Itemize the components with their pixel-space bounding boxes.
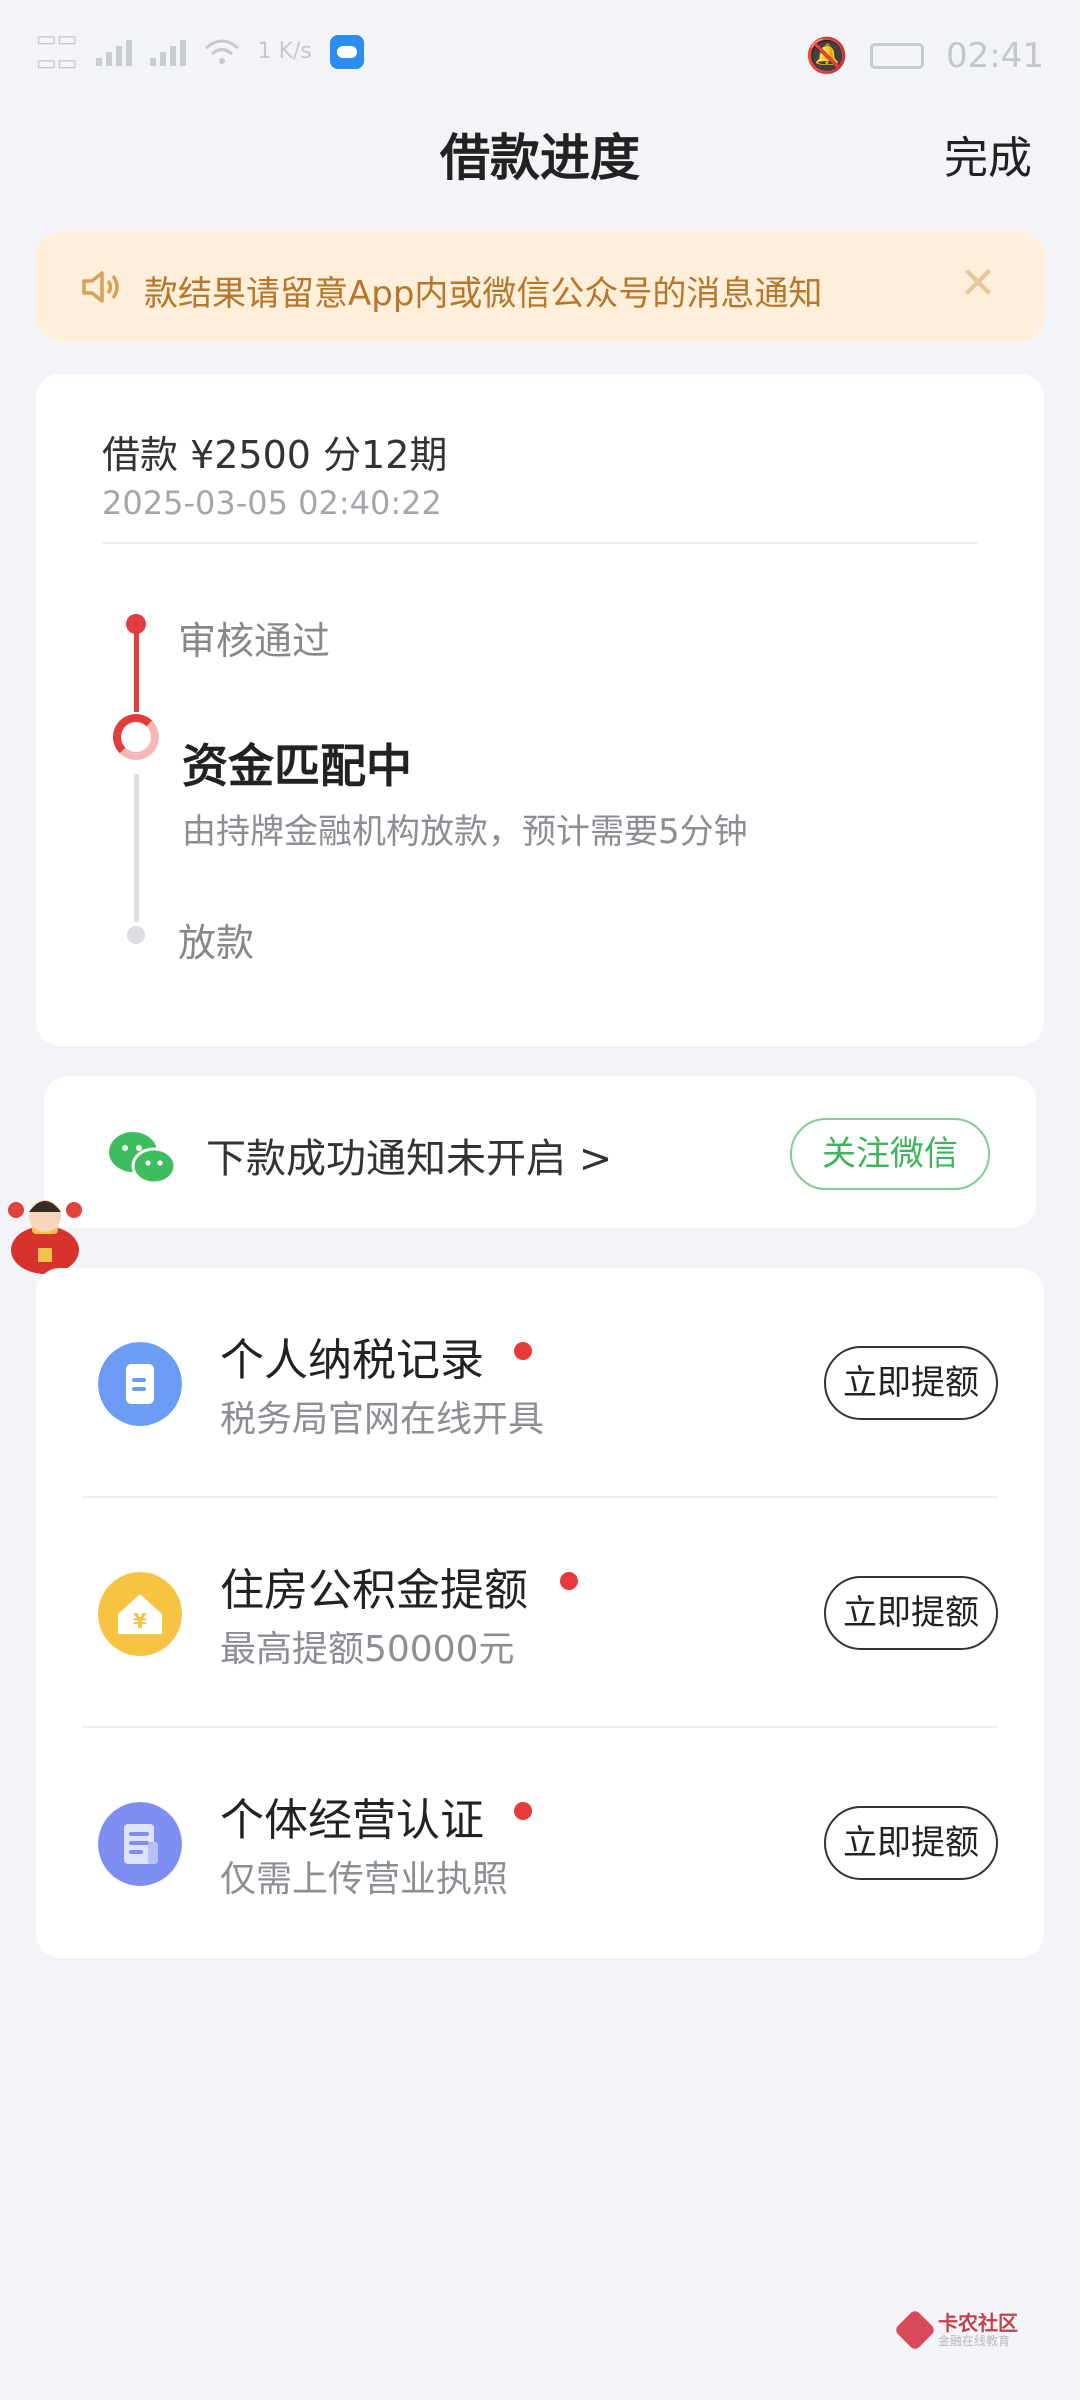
weather-app-icon: [329, 35, 364, 69]
credit-boost-card: 个人纳税记录 税务局官网在线开具 立即提额 ¥ 住房公积金提额 最高提额5000…: [36, 1268, 1044, 1958]
timeline-step-matching-desc: 由持牌金融机构放款，预计需要5分钟: [182, 812, 748, 852]
watermark-logo-icon: [893, 2308, 937, 2352]
divider: [102, 542, 978, 544]
new-badge-dot: [514, 1802, 532, 1820]
new-badge-dot: [514, 1342, 532, 1360]
svg-text:¥: ¥: [133, 1609, 147, 1633]
done-button[interactable]: 完成: [944, 122, 1032, 186]
task-item-housing-fund[interactable]: ¥ 住房公积金提额 最高提额50000元 立即提额: [36, 1498, 1044, 1728]
watermark: 卡农社区 金融在线教育: [893, 2308, 1018, 2352]
notice-banner: 款结果请留意App内或微信公众号的消息通知 ✕: [36, 232, 1044, 342]
mute-icon: 🔕: [805, 36, 849, 76]
task-item-tax[interactable]: 个人纳税记录 税务局官网在线开具 立即提额: [36, 1268, 1044, 1498]
status-bar-left: ▭▭ ▭▭ 1 K/s: [36, 28, 364, 76]
license-icon: [98, 1802, 182, 1886]
task-title: 个人纳税记录: [220, 1335, 484, 1386]
timeline-step-matching: 资金匹配中: [182, 739, 412, 793]
loan-progress-card: 借款 ¥2500 分12期 2025-03-05 02:40:22 审核通过 资…: [36, 374, 1044, 1046]
status-time: 02:41: [946, 36, 1044, 76]
timeline-line-done: [134, 626, 139, 712]
new-badge-dot: [560, 1572, 578, 1590]
watermark-main: 卡农社区: [938, 2311, 1018, 2335]
status-bar-right: 🔕 02:41: [806, 36, 1044, 76]
timeline-step-approved: 审核通过: [178, 619, 331, 663]
notice-text: 款结果请留意App内或微信公众号的消息通知: [144, 274, 823, 314]
header: 借款进度 完成: [0, 110, 1080, 230]
task-subtitle: 最高提额50000元: [220, 1629, 515, 1670]
timeline-dot-active: [113, 714, 159, 760]
sim-indicator: ▭▭ ▭▭: [36, 27, 78, 76]
boost-button[interactable]: 立即提额: [824, 1346, 998, 1420]
wechat-notify-card: 下款成功通知未开启 > 关注微信: [44, 1076, 1036, 1228]
document-icon: [98, 1342, 182, 1426]
task-item-business[interactable]: 个体经营认证 仅需上传营业执照 立即提额: [36, 1728, 1044, 1958]
lucky-bag-mascot-icon[interactable]: [2, 1190, 88, 1276]
speaker-icon: [82, 271, 119, 303]
task-subtitle: 税务局官网在线开具: [220, 1399, 545, 1440]
watermark-text: 卡农社区 金融在线教育: [938, 2312, 1018, 2348]
status-bar: ▭▭ ▭▭ 1 K/s 🔕 02:41: [0, 0, 1080, 110]
boost-button[interactable]: 立即提额: [824, 1806, 998, 1880]
house-yuan-icon: ¥: [98, 1572, 182, 1656]
timeline-dot-done: [126, 614, 146, 634]
boost-button[interactable]: 立即提额: [824, 1576, 998, 1650]
battery-icon: [870, 43, 925, 69]
page-title: 借款进度: [440, 129, 640, 187]
wechat-icon: [109, 1132, 177, 1185]
network-speed: 1 K/s: [257, 39, 312, 64]
close-icon[interactable]: ✕: [956, 262, 1000, 306]
wechat-notify-link[interactable]: 下款成功通知未开启 >: [206, 1126, 612, 1184]
follow-wechat-button[interactable]: 关注微信: [790, 1118, 990, 1190]
timeline-step-disbursement: 放款: [178, 921, 255, 965]
task-title: 个体经营认证: [220, 1795, 484, 1846]
signal-icon: [95, 38, 132, 66]
loan-summary: 借款 ¥2500 分12期: [102, 433, 448, 477]
watermark-sub: 金融在线教育: [938, 2334, 1011, 2348]
loan-timestamp: 2025-03-05 02:40:22: [102, 484, 442, 522]
wifi-icon: [204, 39, 239, 64]
signal-icon-2: [149, 38, 186, 66]
timeline-dot-pending: [127, 926, 145, 944]
task-title: 住房公积金提额: [220, 1565, 528, 1616]
task-subtitle: 仅需上传营业执照: [220, 1859, 509, 1900]
timeline-line-pending: [134, 774, 139, 922]
